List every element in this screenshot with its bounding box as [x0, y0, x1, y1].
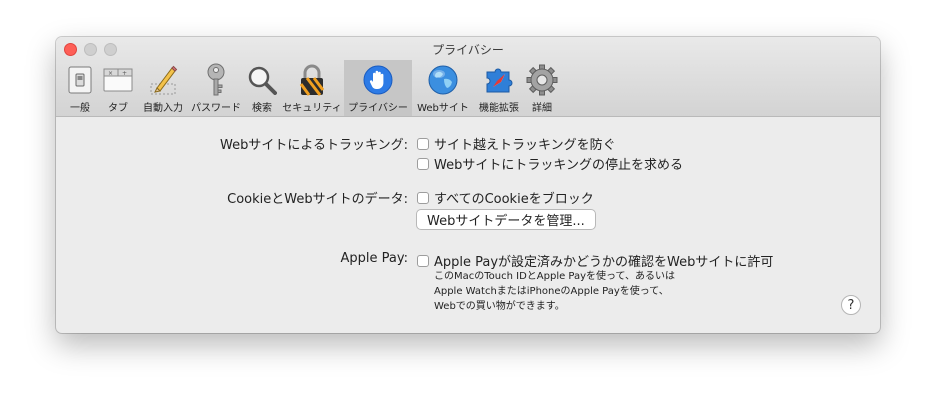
ask-do-not-track-row[interactable]: Webサイトにトラッキングの停止を求める: [417, 154, 683, 173]
cookies-label: CookieとWebサイトのデータ:: [227, 192, 408, 207]
svg-text:+: +: [122, 70, 127, 77]
tab-general[interactable]: 一般: [62, 60, 98, 116]
tab-search[interactable]: 検索: [244, 60, 280, 116]
tracking-label: Webサイトによるトラッキング:: [220, 138, 408, 153]
manage-website-data-button[interactable]: Webサイトデータを管理...: [416, 209, 596, 230]
lock-icon: [295, 63, 329, 97]
globe-icon: [426, 63, 460, 97]
preferences-toolbar: 一般 × + タブ 自動入力 パスワード 検索 セキュリティ プライバシー We…: [62, 60, 560, 116]
puzzle-icon: [482, 63, 516, 97]
title-bar: プライバシー 一般 × + タブ 自動入力 パスワード 検索 セキュリティ プラ…: [56, 37, 880, 117]
ask-do-not-track-checkbox[interactable]: [417, 157, 429, 170]
block-all-cookies-label: すべてのCookieをブロック: [434, 192, 594, 207]
window-title: プライバシー: [432, 43, 504, 57]
ask-do-not-track-label: Webサイトにトラッキングの停止を求める: [434, 158, 683, 173]
tabs-icon: × +: [101, 63, 135, 97]
tab-tabs[interactable]: × + タブ: [98, 60, 138, 116]
block-all-cookies-checkbox[interactable]: [417, 191, 429, 204]
gear-icon: [525, 63, 559, 97]
tab-autofill[interactable]: 自動入力: [138, 60, 188, 116]
preferences-window: プライバシー 一般 × + タブ 自動入力 パスワード 検索 セキュリティ プラ…: [56, 37, 880, 333]
prevent-cross-site-tracking-checkbox[interactable]: [417, 137, 429, 150]
allow-applepay-check-label: Apple Payが設定済みかどうかの確認をWebサイトに許可: [434, 255, 774, 270]
hand-icon: [361, 63, 395, 97]
privacy-pane: Webサイトによるトラッキング: サイト越えトラッキングを防ぐ Webサイトにト…: [56, 117, 880, 333]
applepay-description: このMacのTouch IDとApple Payを使って、あるいは Apple …: [434, 271, 676, 312]
prevent-cross-site-tracking-row[interactable]: サイト越えトラッキングを防ぐ: [417, 134, 616, 153]
svg-text:×: ×: [108, 70, 113, 77]
prevent-cross-site-tracking-label: サイト越えトラッキングを防ぐ: [434, 138, 616, 153]
tab-privacy[interactable]: プライバシー: [344, 60, 412, 116]
tab-passwords[interactable]: パスワード: [188, 60, 244, 116]
help-button[interactable]: ?: [841, 295, 861, 315]
tab-security[interactable]: セキュリティ: [280, 60, 344, 116]
tab-websites[interactable]: Webサイト: [412, 60, 474, 116]
tab-advanced[interactable]: 詳細: [524, 60, 560, 116]
allow-applepay-check-checkbox[interactable]: [417, 254, 429, 267]
block-all-cookies-row[interactable]: すべてのCookieをブロック: [417, 188, 594, 207]
pencil-icon: [146, 63, 180, 97]
applepay-label: Apple Pay:: [340, 251, 409, 266]
magnifier-icon: [245, 63, 279, 97]
key-icon: [199, 63, 233, 97]
tab-extensions[interactable]: 機能拡張: [474, 60, 524, 116]
allow-applepay-check-row[interactable]: Apple Payが設定済みかどうかの確認をWebサイトに許可: [417, 251, 773, 270]
switch-icon: [63, 63, 97, 97]
